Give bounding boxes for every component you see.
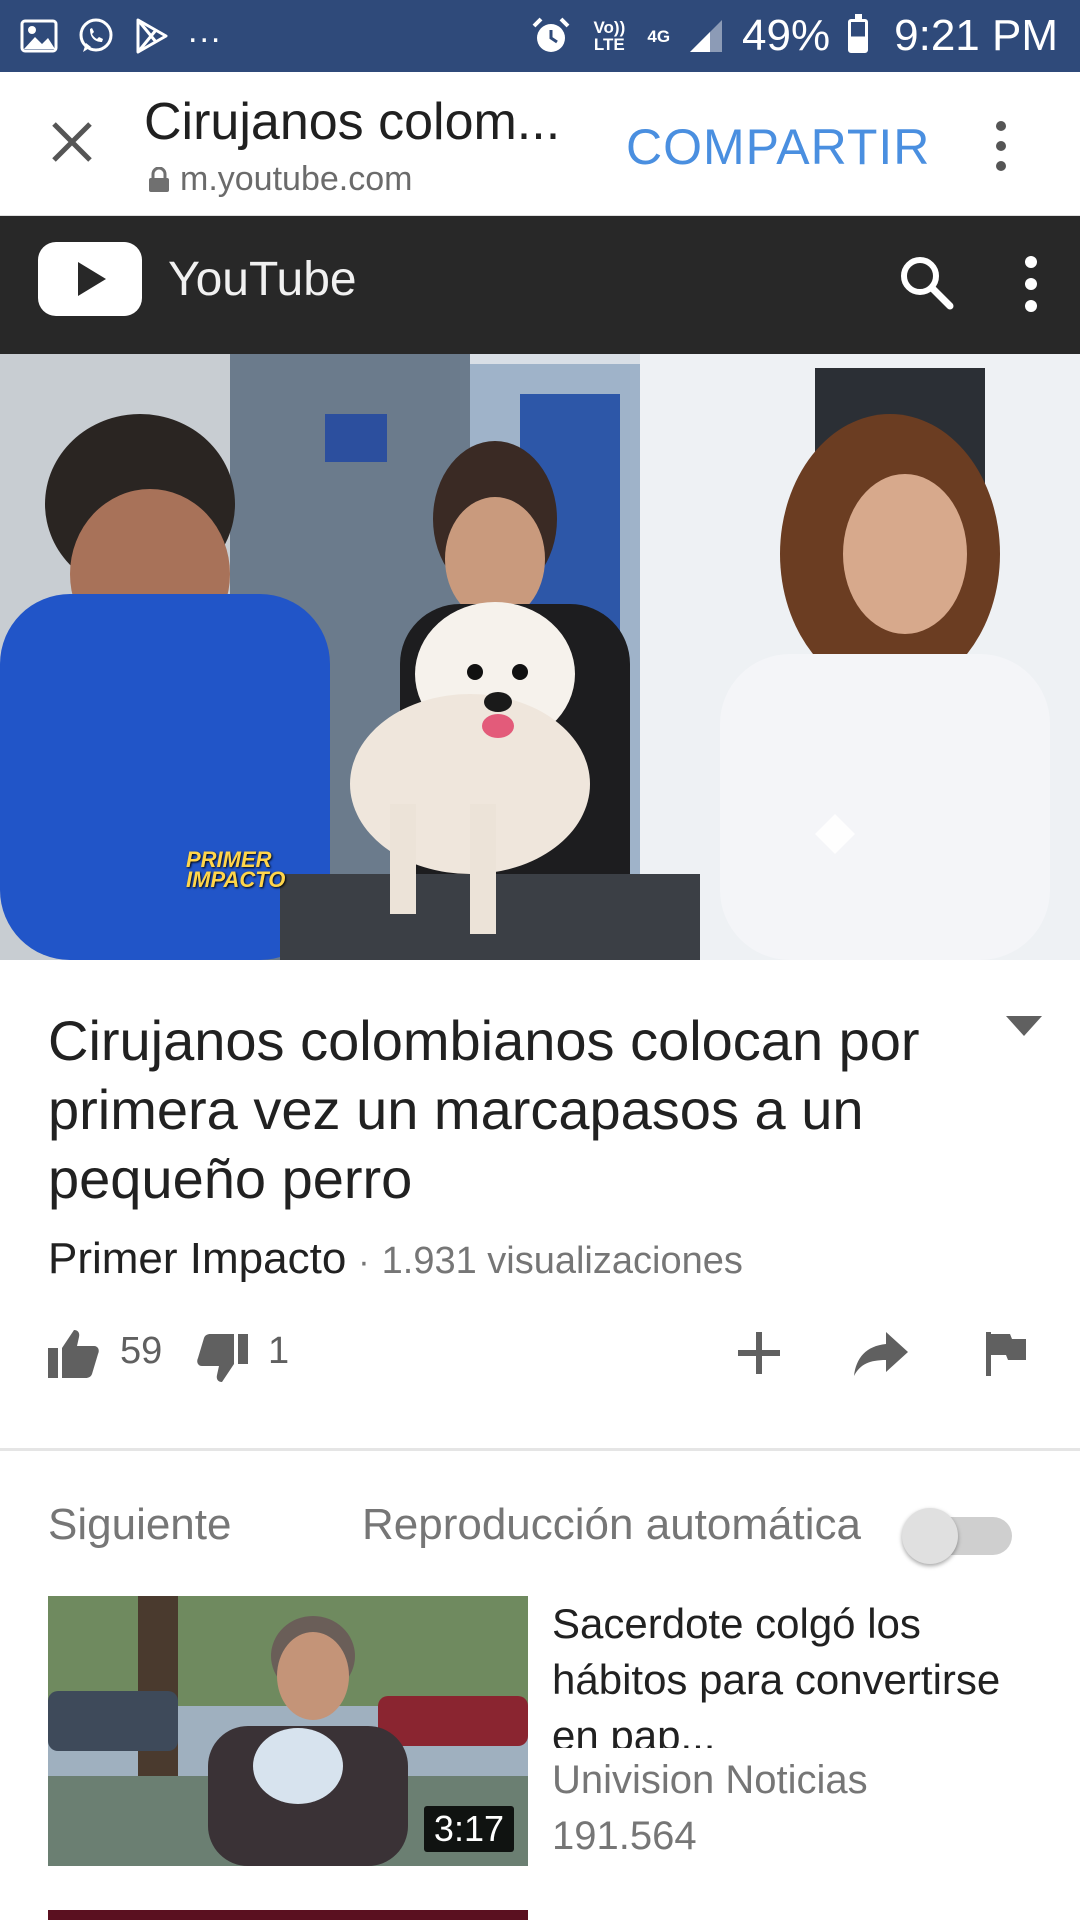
image-icon bbox=[20, 19, 58, 53]
clock: 9:21 PM bbox=[894, 11, 1058, 60]
view-count: 1.931 visualizaciones bbox=[381, 1240, 743, 1282]
notification-overflow: ... bbox=[188, 11, 223, 50]
status-bar: ... Vo)) LTE 4G 49% 9:21 PM bbox=[0, 0, 1080, 72]
battery-percent: 49% bbox=[742, 11, 831, 60]
thumb-down-icon[interactable] bbox=[196, 1332, 250, 1386]
section-divider bbox=[0, 1448, 1080, 1451]
autoplay-toggle-knob bbox=[902, 1508, 958, 1564]
next-video-channel: Univision Noticias bbox=[552, 1758, 868, 1802]
battery-icon bbox=[848, 14, 869, 53]
network-type: 4G bbox=[647, 26, 671, 46]
lock-icon bbox=[149, 166, 169, 192]
next-video-title[interactable]: Sacerdote colgó los hábitos para convert… bbox=[552, 1596, 1028, 1748]
share-icon[interactable] bbox=[852, 1330, 910, 1378]
next-video-thumbnail-partial[interactable] bbox=[48, 1910, 528, 1920]
next-video-views: 191.564 bbox=[552, 1814, 697, 1858]
dislike-count: 1 bbox=[268, 1330, 290, 1372]
status-bar-right: Vo)) LTE 4G 49% 9:21 PM bbox=[531, 11, 1058, 61]
video-frame bbox=[0, 354, 1080, 960]
video-player[interactable]: PRIMER IMPACTO bbox=[0, 354, 1080, 960]
more-vert-icon[interactable] bbox=[1016, 252, 1046, 316]
signal-icon bbox=[690, 20, 723, 52]
play-store-icon bbox=[136, 18, 168, 54]
thumb-up-icon[interactable] bbox=[46, 1326, 100, 1380]
video-actions: 59 1 bbox=[0, 1318, 1080, 1390]
add-icon[interactable] bbox=[734, 1328, 784, 1378]
up-next-label: Siguiente bbox=[48, 1500, 232, 1549]
primer-impacto-watermark: PRIMER IMPACTO bbox=[186, 849, 286, 892]
close-icon[interactable] bbox=[46, 116, 98, 168]
tab-url-row: m.youtube.com bbox=[148, 160, 412, 199]
meta-separator: · bbox=[358, 1243, 370, 1281]
search-icon[interactable] bbox=[896, 252, 956, 312]
watermark-line-bottom: IMPACTO bbox=[186, 867, 286, 892]
like-count: 59 bbox=[120, 1330, 163, 1372]
whatsapp-icon bbox=[79, 18, 113, 52]
alarm-icon bbox=[532, 17, 570, 52]
tab-page-title: Cirujanos colom... bbox=[144, 93, 561, 151]
video-title: Cirujanos colombianos colocan por primer… bbox=[48, 1009, 920, 1210]
chevron-down-icon[interactable] bbox=[1004, 1014, 1044, 1038]
flag-icon[interactable] bbox=[984, 1330, 1028, 1376]
more-vert-icon[interactable] bbox=[986, 116, 1016, 176]
volte-indicator: Vo)) LTE bbox=[593, 18, 626, 54]
video-duration: 3:17 bbox=[423, 1806, 514, 1852]
channel-name[interactable]: Primer Impacto bbox=[48, 1234, 346, 1284]
tab-url: m.youtube.com bbox=[180, 160, 413, 198]
next-video-thumbnail[interactable]: 3:17 bbox=[48, 1596, 528, 1866]
share-button[interactable]: COMPARTIR bbox=[626, 118, 930, 176]
custom-tab-toolbar: Cirujanos colom... m.youtube.com COMPART… bbox=[0, 72, 1080, 216]
video-meta: Primer Impacto · 1.931 visualizaciones bbox=[48, 1234, 743, 1284]
youtube-wordmark[interactable]: YouTube bbox=[168, 252, 357, 307]
youtube-header: YouTube bbox=[0, 216, 1080, 354]
youtube-logo-icon[interactable] bbox=[38, 242, 142, 316]
autoplay-label: Reproducción automática bbox=[362, 1500, 861, 1549]
status-bar-left: ... bbox=[20, 12, 222, 56]
autoplay-toggle[interactable] bbox=[902, 1508, 1012, 1564]
